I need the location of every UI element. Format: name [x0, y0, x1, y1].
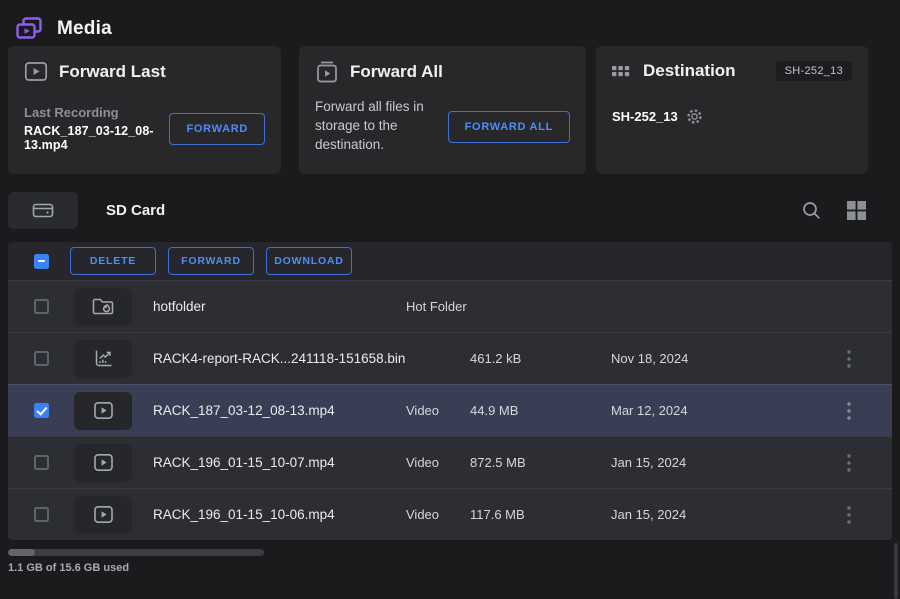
forward-selected-button[interactable]: FORWARD [168, 247, 254, 275]
table-row-video[interactable]: RACK_196_01-15_10-06.mp4 Video 117.6 MB … [8, 488, 892, 540]
storage-source-name: SD Card [106, 202, 165, 219]
last-recording-label: Last Recording [24, 105, 169, 120]
row-menu-kebab-icon[interactable] [841, 398, 857, 424]
storage-usage-fill [8, 549, 35, 556]
file-name: RACK_187_03-12_08-13.mp4 [144, 403, 406, 418]
file-date: Mar 12, 2024 [611, 403, 806, 418]
hot-folder-icon [74, 288, 132, 326]
file-name: hotfolder [144, 299, 406, 314]
play-frame-icon [24, 61, 48, 82]
file-size: 461.2 kB [470, 351, 611, 366]
file-name: RACK_196_01-15_10-06.mp4 [144, 507, 406, 522]
destination-badge: SH-252_13 [776, 61, 852, 81]
forward-all-title: Forward All [350, 62, 443, 82]
forward-button[interactable]: FORWARD [169, 113, 265, 145]
forward-all-card: Forward All Forward all files in storage… [299, 46, 586, 174]
last-recording-filename: RACK_187_03-12_08-13.mp4 [24, 124, 169, 152]
row-menu-kebab-icon[interactable] [841, 450, 857, 476]
row-checkbox[interactable] [34, 403, 49, 418]
media-logo-icon [14, 16, 44, 42]
storage-usage-text: 1.1 GB of 15.6 GB used [8, 562, 900, 574]
video-file-icon [74, 392, 132, 430]
file-date: Jan 15, 2024 [611, 455, 806, 470]
page-header: Media [0, 0, 900, 44]
file-size: 44.9 MB [470, 403, 611, 418]
archive-play-icon [315, 61, 339, 83]
table-row-hotfolder[interactable]: hotfolder Hot Folder [8, 280, 892, 332]
storage-source-bar: SD Card [8, 191, 892, 229]
file-size: 117.6 MB [470, 507, 611, 522]
forward-all-button[interactable]: FORWARD ALL [448, 111, 570, 143]
report-chart-icon [74, 340, 132, 378]
destination-title: Destination [643, 61, 736, 81]
file-date: Nov 18, 2024 [611, 351, 806, 366]
table-row-video[interactable]: RACK_196_01-15_10-07.mp4 Video 872.5 MB … [8, 436, 892, 488]
search-icon[interactable] [801, 200, 822, 221]
file-date: Jan 15, 2024 [611, 507, 806, 522]
table-row-report[interactable]: RACK4-report-RACK...241118-151658.bin 46… [8, 332, 892, 384]
row-menu-kebab-icon[interactable] [841, 346, 857, 372]
file-size: 872.5 MB [470, 455, 611, 470]
file-name: RACK4-report-RACK...241118-151658.bin [144, 351, 406, 366]
forward-all-description: Forward all files in storage to the dest… [315, 97, 448, 154]
forward-last-card: Forward Last Last Recording RACK_187_03-… [8, 46, 281, 174]
page-title: Media [57, 18, 112, 40]
video-file-icon [74, 496, 132, 534]
destination-card: Destination SH-252_13 SH-252_13 [596, 46, 868, 174]
row-checkbox[interactable] [34, 507, 49, 522]
select-all-checkbox[interactable] [34, 254, 49, 269]
sd-card-icon [31, 202, 55, 219]
row-checkbox[interactable] [34, 299, 49, 314]
cards-row: Forward Last Last Recording RACK_187_03-… [8, 46, 892, 174]
scrollbar-thumb[interactable] [894, 543, 898, 599]
sd-card-source-button[interactable] [8, 192, 78, 229]
file-table: DELETE FORWARD DOWNLOAD hotfolder Hot Fo… [8, 242, 892, 540]
table-row-selected[interactable]: RACK_187_03-12_08-13.mp4 Video 44.9 MB M… [8, 384, 892, 436]
download-button[interactable]: DOWNLOAD [266, 247, 352, 275]
forward-last-title: Forward Last [59, 62, 166, 82]
file-type: Video [406, 507, 470, 522]
file-type: Hot Folder [406, 299, 470, 314]
destination-settings-gear-icon[interactable] [686, 108, 703, 125]
row-checkbox[interactable] [34, 351, 49, 366]
file-name: RACK_196_01-15_10-07.mp4 [144, 455, 406, 470]
row-menu-kebab-icon[interactable] [841, 502, 857, 528]
destination-value: SH-252_13 [612, 109, 678, 124]
video-file-icon [74, 444, 132, 482]
delete-button[interactable]: DELETE [70, 247, 156, 275]
file-type: Video [406, 455, 470, 470]
grid-view-icon[interactable] [846, 200, 867, 221]
file-type: Video [406, 403, 470, 418]
row-checkbox[interactable] [34, 455, 49, 470]
storage-usage-bar [8, 549, 264, 556]
destination-grid-icon [612, 64, 632, 78]
selection-toolbar: DELETE FORWARD DOWNLOAD [8, 242, 892, 280]
